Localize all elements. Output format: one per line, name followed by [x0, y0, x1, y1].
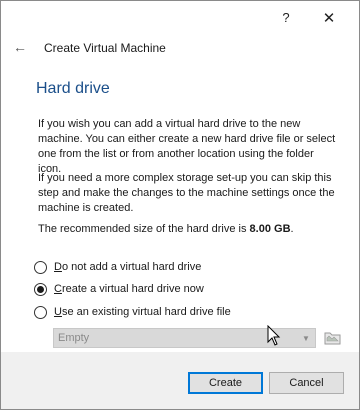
- wizard-header: ← Create Virtual Machine: [1, 34, 359, 62]
- option-mnemonic: D: [54, 261, 62, 273]
- back-arrow-icon: ←: [13, 39, 27, 55]
- help-button[interactable]: ?: [263, 1, 309, 34]
- recommended-size-text: The recommended size of the hard drive i…: [38, 222, 338, 237]
- dialog-window: ? ✕ ← Create Virtual Machine Hard drive …: [0, 0, 360, 410]
- folder-icon: [324, 332, 341, 345]
- radio-no-hard-drive[interactable]: [34, 260, 47, 274]
- advanced-paragraph: If you need a more complex storage set-u…: [38, 172, 335, 214]
- option-label-text: reate a virtual hard drive now: [61, 283, 204, 295]
- wizard-page: Hard drive If you wish you can add a vir…: [1, 62, 359, 352]
- cancel-button[interactable]: Cancel: [269, 372, 344, 394]
- page-heading: Hard drive: [36, 80, 110, 97]
- recommended-size-prefix: The recommended size of the hard drive i…: [38, 223, 250, 235]
- chevron-down-icon: ▼: [302, 333, 310, 343]
- option-label-create-hard-drive: Create a virtual hard drive now: [54, 283, 204, 295]
- option-label-text: o not add a virtual hard drive: [61, 261, 202, 273]
- intro-paragraph: If you wish you can add a virtual hard d…: [38, 118, 336, 175]
- option-create-hard-drive[interactable]: Create a virtual hard drive now: [34, 281, 204, 297]
- mouse-cursor-icon: [267, 325, 281, 346]
- option-no-hard-drive[interactable]: Do not add a virtual hard drive: [34, 259, 201, 275]
- back-button[interactable]: ←: [11, 39, 29, 55]
- close-button[interactable]: ✕: [306, 1, 352, 34]
- option-mnemonic: U: [54, 306, 62, 318]
- option-label-text: se an existing virtual hard drive file: [61, 306, 231, 318]
- create-button[interactable]: Create: [188, 372, 263, 394]
- help-icon: ?: [282, 10, 290, 25]
- radio-existing-hard-drive[interactable]: [34, 305, 47, 319]
- radio-create-hard-drive[interactable]: [34, 282, 47, 296]
- close-icon: ✕: [322, 9, 336, 27]
- title-bar: ? ✕: [1, 1, 359, 34]
- recommended-size-value: 8.00 GB: [249, 223, 291, 235]
- choose-file-button[interactable]: [323, 328, 343, 348]
- existing-file-value: Empty: [58, 332, 90, 344]
- option-existing-hard-drive[interactable]: Use an existing virtual hard drive file: [34, 304, 231, 320]
- recommended-size-suffix: .: [290, 223, 294, 235]
- button-bar: Create Cancel: [1, 352, 359, 409]
- option-label-no-hard-drive: Do not add a virtual hard drive: [54, 261, 201, 273]
- option-mnemonic: C: [54, 283, 62, 295]
- dialog-title: Create Virtual Machine: [44, 41, 166, 55]
- option-label-existing-hard-drive: Use an existing virtual hard drive file: [54, 306, 231, 318]
